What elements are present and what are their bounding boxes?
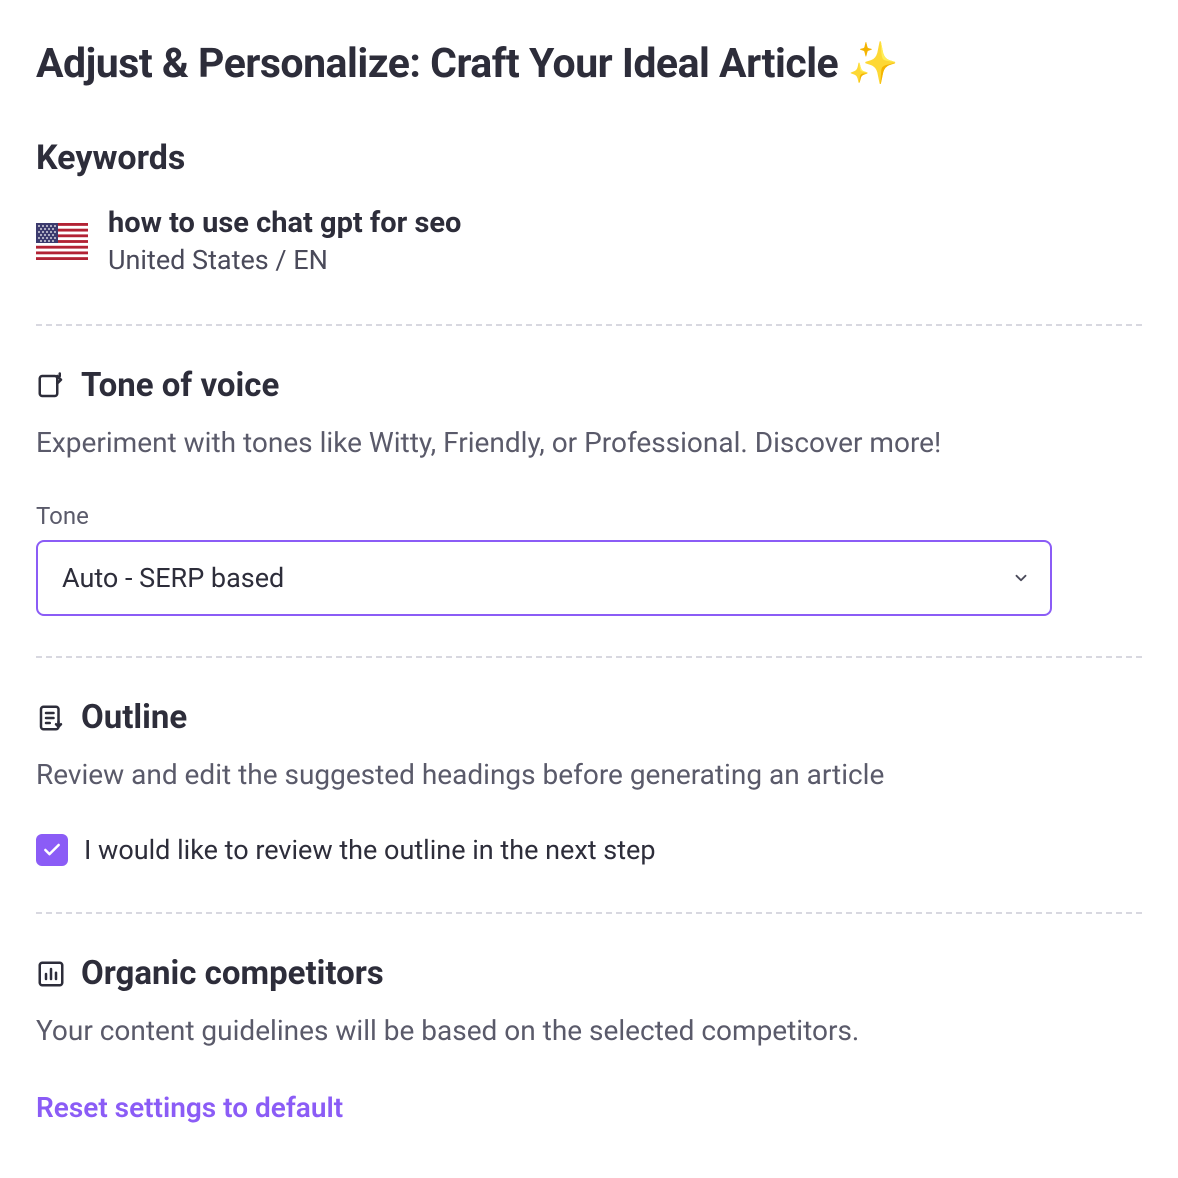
competitors-description: Your content guidelines will be based on… (36, 1011, 1142, 1050)
review-outline-checkbox[interactable] (36, 834, 68, 866)
divider (36, 324, 1142, 326)
competitors-icon (36, 959, 66, 989)
us-flag-icon (36, 223, 88, 260)
tone-field-label: Tone (36, 502, 1142, 530)
competitors-heading: Organic competitors (81, 954, 384, 993)
outline-heading: Outline (81, 698, 187, 737)
keyword-row: how to use chat gpt for seo United State… (36, 206, 1142, 276)
tone-icon (36, 371, 66, 401)
tone-description: Experiment with tones like Witty, Friend… (36, 423, 1142, 462)
review-outline-checkbox-row[interactable]: I would like to review the outline in th… (36, 834, 1142, 866)
reset-settings-link[interactable]: Reset settings to default (36, 1091, 343, 1124)
divider (36, 912, 1142, 914)
keyword-locale: United States / EN (108, 244, 461, 276)
page-title: Adjust & Personalize: Craft Your Ideal A… (36, 40, 1142, 88)
outline-description: Review and edit the suggested headings b… (36, 755, 1142, 794)
tone-heading: Tone of voice (81, 366, 279, 405)
outline-icon (36, 703, 66, 733)
review-outline-label: I would like to review the outline in th… (84, 834, 656, 866)
divider (36, 656, 1142, 658)
keywords-heading: Keywords (36, 138, 1142, 178)
keyword-query: how to use chat gpt for seo (108, 206, 461, 240)
tone-select[interactable]: Auto - SERP based (36, 540, 1052, 616)
